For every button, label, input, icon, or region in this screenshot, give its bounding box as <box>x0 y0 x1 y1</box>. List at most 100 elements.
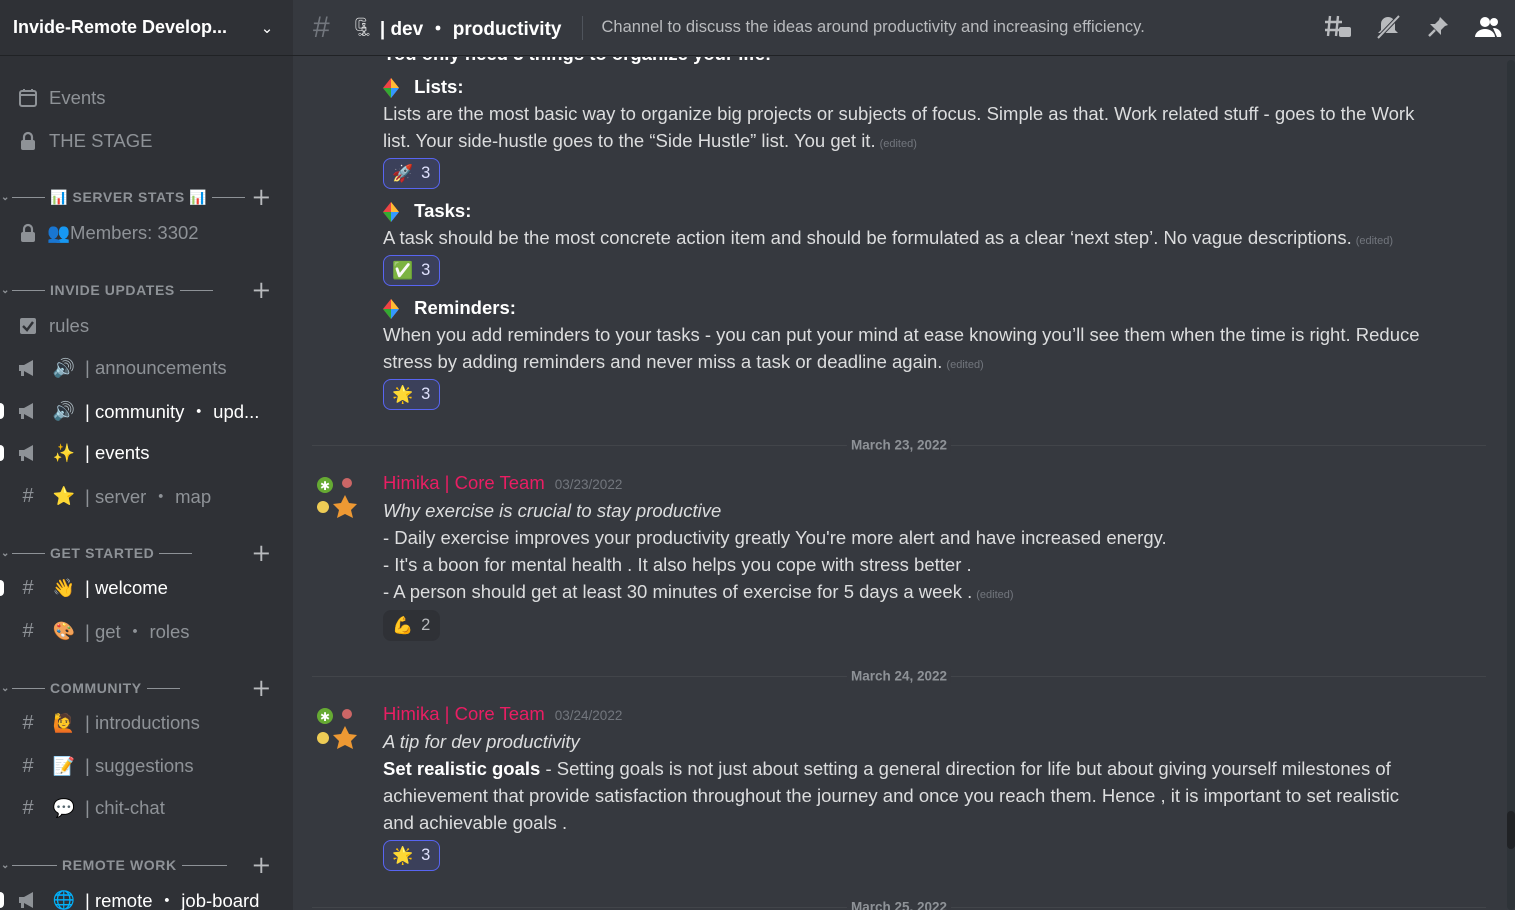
sidebar-item-welcome[interactable]: # 👋 | welcome <box>0 570 285 606</box>
gem-emoji-icon <box>383 76 404 99</box>
reaction-count: 3 <box>421 261 431 279</box>
reaction-sun[interactable]: 🌟 3 <box>383 379 441 410</box>
palette-emoji-icon: 🎨 <box>52 620 76 641</box>
member-list-icon[interactable] <box>1473 12 1503 42</box>
mute-notifications-icon[interactable] <box>1373 12 1403 42</box>
chevron-down-icon: ⌄ <box>1 547 10 559</box>
sidebar-item-rules[interactable]: rules <box>8 308 285 344</box>
category-invide-updates[interactable]: ⌄ INVIDE UPDATES + <box>0 276 293 304</box>
lock-icon <box>14 223 42 243</box>
divider <box>146 687 180 689</box>
people-emoji-icon: 👥 <box>47 222 71 243</box>
reaction-count: 2 <box>421 616 431 634</box>
hashtag-icon: # <box>22 576 34 599</box>
chevron-down-icon: ⌄ <box>1 859 10 871</box>
category-server-stats[interactable]: ⌄ 📊 SERVER STATS 📊 + <box>0 183 293 211</box>
sidebar-item-label: | remote ・ job-board <box>85 890 260 910</box>
reaction-muscle[interactable]: 💪 2 <box>383 610 441 641</box>
wave-emoji-icon: 👋 <box>52 577 76 598</box>
avatar[interactable] <box>313 57 361 75</box>
sidebar-item-label: | welcome <box>85 577 168 598</box>
divider <box>12 864 57 866</box>
sidebar-item-label: | announcements <box>85 357 227 378</box>
server-header[interactable]: Invide-Remote Develop... ⌄ <box>0 0 293 56</box>
pin-icon[interactable] <box>1423 12 1453 42</box>
sidebar-item-server-map[interactable]: # ⭐ | server ・ map <box>8 478 285 514</box>
divider <box>181 864 227 866</box>
sidebar-item-label: | events <box>85 442 150 463</box>
message-list: You only need 3 things to organize your … <box>293 57 1500 910</box>
message-text: Set realistic goals - Setting goals is n… <box>383 758 1391 779</box>
date-label: March 24, 2022 <box>846 668 952 684</box>
sidebar-item-introductions[interactable]: # 🙋 | introductions <box>8 705 285 741</box>
reaction-sun[interactable]: 🌟 3 <box>383 840 441 871</box>
sidebar-item-members[interactable]: 👥Members: 3302 <box>8 215 285 251</box>
message-author[interactable]: Himika | Core Team 03/23/2022 <box>383 472 622 494</box>
message-heading: Lists: <box>383 76 463 99</box>
message-text: - It's a boon for mental health . It als… <box>383 554 972 575</box>
rules-checkbox-icon <box>14 317 42 335</box>
chevron-down-icon: ⌄ <box>1 682 10 694</box>
sidebar-item-label: | introductions <box>85 712 200 733</box>
add-channel-icon[interactable]: + <box>251 183 272 211</box>
message-text: stress by adding reminders and never mis… <box>383 351 984 372</box>
sidebar-item-community-updates[interactable]: 🔊 | community ・ upd... <box>0 393 285 429</box>
raising-hand-emoji-icon: 🙋 <box>52 712 76 733</box>
divider <box>12 552 45 554</box>
category-community[interactable]: ⌄ COMMUNITY + <box>0 674 293 702</box>
scrollbar-thumb[interactable] <box>1507 811 1515 849</box>
chevron-down-icon[interactable]: ⌄ <box>254 19 280 37</box>
sidebar-item-the-stage[interactable]: THE STAGE <box>8 123 285 159</box>
megaphone-icon <box>14 891 42 909</box>
add-channel-icon[interactable]: + <box>251 276 272 304</box>
sidebar-item-remote-job-board[interactable]: 🌐 | remote ・ job-board <box>0 882 285 910</box>
message-text: - A person should get at least 30 minute… <box>383 581 1014 602</box>
reaction-check[interactable]: ✅ 3 <box>383 255 441 286</box>
avatar[interactable]: ✱ <box>313 704 361 752</box>
sidebar-item-label: rules <box>49 315 90 336</box>
sidebar-item-label: THE STAGE <box>49 130 153 151</box>
divider <box>179 289 213 291</box>
glowing-star-emoji-icon: 🌟 <box>392 384 414 404</box>
sidebar-item-suggestions[interactable]: # 📝 | suggestions <box>8 748 285 784</box>
message-text: Why exercise is crucial to stay producti… <box>383 500 722 521</box>
sidebar-item-events-channel[interactable]: ✨ | events <box>0 435 285 471</box>
category-get-started[interactable]: ⌄ GET STARTED + <box>0 539 293 567</box>
chart-emoji-icon: 📊 <box>50 188 69 205</box>
sidebar-item-chit-chat[interactable]: # 💬 | chit-chat <box>8 790 285 826</box>
threads-icon[interactable] <box>1323 12 1353 42</box>
sidebar-item-label: | get ・ roles <box>85 621 190 642</box>
server-name: Invide-Remote Develop... <box>13 17 228 37</box>
date-divider: March 25, 2022 <box>312 899 1486 910</box>
hashtag-icon: # <box>22 711 34 734</box>
channel-topic[interactable]: Channel to discuss the ideas around prod… <box>601 18 1144 37</box>
scrollbar-track[interactable] <box>1507 60 1515 910</box>
add-channel-icon[interactable]: + <box>251 674 272 702</box>
calendar-icon <box>14 88 42 108</box>
rocket-emoji-icon: 🚀 <box>392 163 414 183</box>
message-author[interactable]: Himika | Core Team 03/24/2022 <box>383 703 622 725</box>
sidebar-item-get-roles[interactable]: # 🎨 | get ・ roles <box>8 613 285 649</box>
reaction-rocket[interactable]: 🚀 3 <box>383 158 441 189</box>
gem-emoji-icon <box>383 297 404 320</box>
message-text: list. Your side-hustle goes to the “Side… <box>383 130 917 151</box>
svg-text:✱: ✱ <box>320 710 330 724</box>
message-text: You only need 3 things to organize your … <box>383 57 771 65</box>
megaphone-icon <box>14 444 42 462</box>
sidebar-item-announcements[interactable]: 🔊 | announcements <box>8 350 285 386</box>
channel-header: # 🗜 | dev ・ productivity Channel to disc… <box>293 0 1515 56</box>
hashtag-icon: # <box>22 619 34 642</box>
sidebar-item-label: | community ・ upd... <box>85 401 260 422</box>
avatar[interactable]: ✱ <box>313 473 361 521</box>
hashtag-icon: # <box>22 484 34 507</box>
globe-emoji-icon: 🌐 <box>52 889 76 910</box>
add-channel-icon[interactable]: + <box>251 539 272 567</box>
divider <box>12 196 45 198</box>
sidebar-item-events[interactable]: Events <box>8 80 285 116</box>
check-mark-emoji-icon: ✅ <box>392 260 414 280</box>
category-remote-work[interactable]: ⌄ REMOTE WORK + <box>0 851 293 879</box>
message-text: achievement that provide satisfaction th… <box>383 785 1400 806</box>
add-channel-icon[interactable]: + <box>251 851 272 879</box>
flexed-biceps-emoji-icon: 💪 <box>392 615 414 635</box>
message-heading: Tasks: <box>383 200 471 223</box>
